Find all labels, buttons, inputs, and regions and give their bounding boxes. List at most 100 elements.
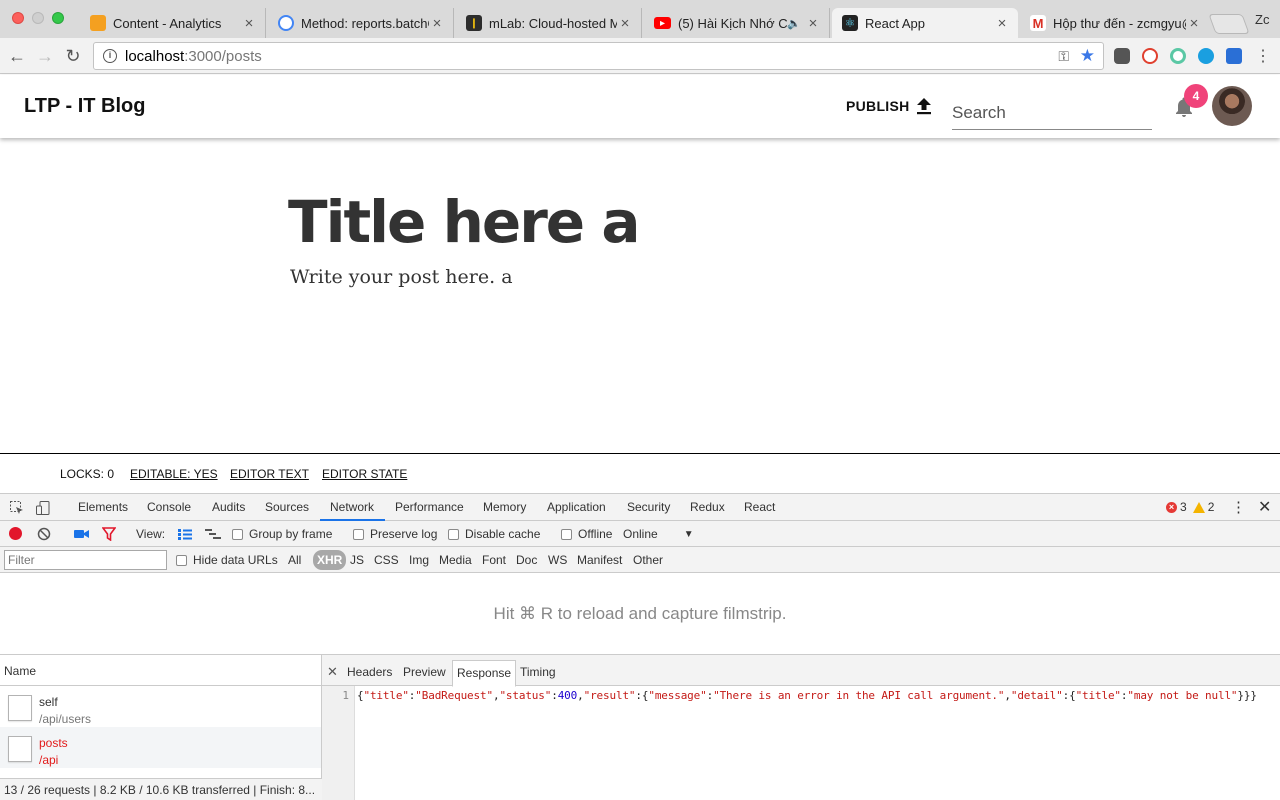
filter-type-font[interactable]: Font [482, 553, 506, 567]
youtube-icon: ▸ [654, 17, 671, 29]
detail-tab-response[interactable]: Response [452, 660, 517, 687]
reload-icon[interactable]: ↻ [62, 45, 84, 67]
name-column-header[interactable]: Name [0, 655, 321, 686]
filter-type-js[interactable]: JS [350, 553, 364, 567]
request-name: posts [39, 736, 68, 750]
new-tab-button[interactable] [1208, 14, 1250, 34]
error-icon: × [1166, 501, 1177, 513]
filter-input[interactable] [4, 550, 167, 570]
devtools-tab-elements[interactable]: Elements [78, 500, 128, 514]
devtools-tab-react[interactable]: React [744, 500, 775, 514]
disable-cache-checkbox[interactable]: Disable cache [448, 527, 540, 541]
browser-tab-analytics[interactable]: Content - Analytics × [80, 8, 266, 38]
key-icon[interactable]: ⚿ [1058, 48, 1069, 65]
devtools-tab-performance[interactable]: Performance [395, 500, 464, 514]
editable-toggle[interactable]: EDITABLE: YES [130, 467, 218, 481]
close-tab-icon[interactable]: × [241, 15, 257, 32]
mlab-icon: ❙ [466, 15, 482, 31]
filter-type-doc[interactable]: Doc [516, 553, 537, 567]
browser-tab-reports[interactable]: Method: reports.batchG × [268, 8, 454, 38]
translate-extension-icon[interactable] [1226, 48, 1242, 64]
devtools-tab-redux[interactable]: Redux [690, 500, 725, 514]
detail-tab-timing[interactable]: Timing [520, 665, 556, 679]
request-row[interactable]: posts /api [0, 727, 321, 768]
group-by-frame-checkbox[interactable]: Group by frame [232, 527, 332, 541]
menu-dots-icon[interactable]: ⋮ [1252, 45, 1274, 67]
devtools-tab-audits[interactable]: Audits [212, 500, 245, 514]
devtools-tab-memory[interactable]: Memory [483, 500, 526, 514]
bookmark-star-icon[interactable]: ★ [1080, 46, 1095, 66]
response-body[interactable]: {"title":"BadRequest","status":400,"resu… [357, 689, 1257, 702]
close-detail-icon[interactable]: ✕ [327, 664, 338, 680]
devtools-tab-console[interactable]: Console [147, 500, 191, 514]
record-button[interactable] [9, 527, 22, 540]
post-title[interactable]: Title here a [288, 188, 640, 256]
devtools-tab-application[interactable]: Application [547, 500, 606, 514]
filter-type-media[interactable]: Media [439, 553, 472, 567]
device-toolbar-icon[interactable] [35, 500, 51, 516]
filter-type-other[interactable]: Other [633, 553, 663, 567]
url-host: localhost [125, 47, 185, 65]
close-tab-icon[interactable]: × [994, 15, 1010, 32]
address-bar[interactable]: i localhost:3000/posts ⚿ ★ [93, 42, 1104, 70]
devtools-menu-icon[interactable]: ⋮ [1231, 498, 1246, 516]
minimize-window-button[interactable] [32, 12, 44, 24]
large-rows-icon[interactable] [178, 529, 192, 540]
json-token: "title" [363, 689, 409, 702]
filter-funnel-icon[interactable] [102, 527, 116, 541]
filter-type-css[interactable]: CSS [374, 553, 399, 567]
profile-label[interactable]: Zc [1255, 12, 1269, 27]
site-info-icon[interactable]: i [103, 49, 117, 63]
editor-state-link[interactable]: EDITOR STATE [322, 467, 407, 481]
screenshot-camera-icon[interactable] [74, 528, 90, 540]
close-window-button[interactable] [12, 12, 24, 24]
post-body[interactable]: Write your post here. a [290, 266, 513, 288]
search-input[interactable] [952, 97, 1152, 130]
extension-circle-icon[interactable] [1170, 48, 1186, 64]
json-token: "message" [648, 689, 707, 702]
close-tab-icon[interactable]: × [1186, 15, 1202, 32]
inspect-element-icon[interactable] [9, 500, 25, 516]
avatar[interactable] [1212, 86, 1252, 126]
close-devtools-icon[interactable]: ✕ [1258, 497, 1271, 517]
back-arrow-icon[interactable]: ← [6, 45, 28, 67]
forward-arrow-icon[interactable]: → [34, 45, 56, 67]
devtools-tab-sources[interactable]: Sources [265, 500, 309, 514]
brand-title[interactable]: LTP - IT Blog [24, 95, 145, 118]
request-name: self [39, 695, 58, 709]
request-row[interactable]: self /api/users [0, 686, 321, 727]
pocket-icon[interactable] [1114, 48, 1130, 64]
editor-text-link[interactable]: EDITOR TEXT [230, 467, 309, 481]
browser-tab-react-app[interactable]: ⚛ React App × [832, 8, 1018, 38]
maximize-window-button[interactable] [52, 12, 64, 24]
browser-tab-youtube[interactable]: ▸ (5) Hài Kịch Nhớ Con 🔈 × [644, 8, 830, 38]
tab-title: mLab: Cloud-hosted Mo [489, 15, 617, 31]
filter-type-ws[interactable]: WS [548, 553, 567, 567]
filter-type-xhr[interactable]: XHR [313, 550, 347, 570]
filter-type-all[interactable]: All [288, 553, 301, 567]
publish-button[interactable]: PUBLISH [846, 97, 932, 115]
close-tab-icon[interactable]: × [805, 15, 821, 32]
console-issues-counter[interactable]: × 3 2 [1166, 500, 1214, 514]
throttling-select[interactable]: Online ▼ [623, 527, 694, 541]
clear-icon[interactable] [37, 527, 51, 541]
offline-checkbox[interactable]: Offline [561, 527, 612, 541]
devtools-tab-network[interactable]: Network [330, 500, 374, 514]
chevron-down-icon: ▼ [683, 528, 694, 540]
detail-tab-headers[interactable]: Headers [347, 665, 392, 679]
browser-tab-gmail[interactable]: M Hộp thư đến - zcmgyu@ × [1020, 8, 1210, 38]
json-token: "title" [1075, 689, 1121, 702]
hide-data-urls-checkbox[interactable]: Hide data URLs [176, 553, 278, 567]
close-tab-icon[interactable]: × [429, 15, 445, 32]
devtools-tab-security[interactable]: Security [627, 500, 670, 514]
adblock-icon[interactable] [1142, 48, 1158, 64]
browser-tab-mlab[interactable]: ❙ mLab: Cloud-hosted Mo × [456, 8, 642, 38]
filter-type-manifest[interactable]: Manifest [577, 553, 622, 567]
filmstrip-hint: Hit ⌘ R to reload and capture filmstrip. [493, 604, 787, 623]
detail-tab-preview[interactable]: Preview [403, 665, 446, 679]
search-extension-icon[interactable] [1198, 48, 1214, 64]
filter-type-img[interactable]: Img [409, 553, 429, 567]
waterfall-overview-icon[interactable] [205, 529, 221, 540]
preserve-log-checkbox[interactable]: Preserve log [353, 527, 437, 541]
close-tab-icon[interactable]: × [617, 15, 633, 32]
